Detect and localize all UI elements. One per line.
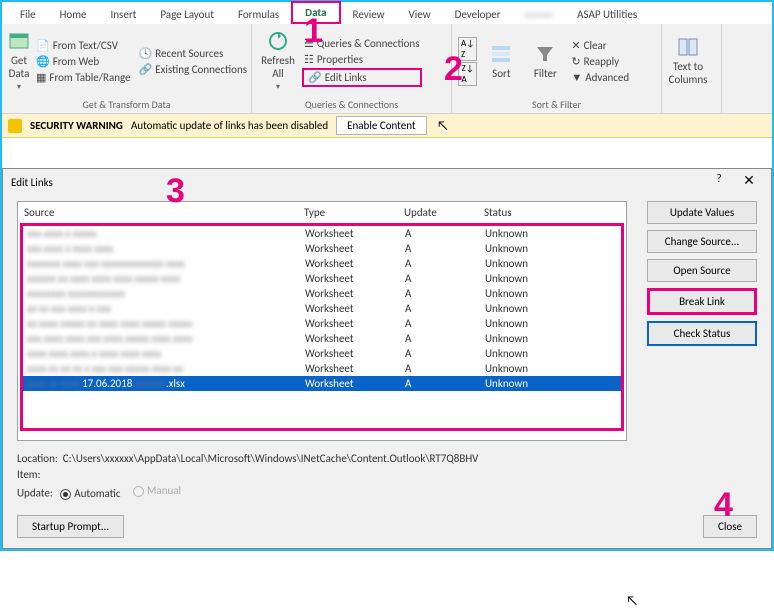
cursor-icon: ↖ [626, 592, 638, 609]
table-row[interactable]: xxxx xx xx xx x xxx xxx xxxxx xxxx xxWor… [23, 361, 621, 376]
break-link-button[interactable]: Break Link [647, 288, 757, 315]
table-row[interactable]: xxx xxxx xxxx xxx xxxx xxxxx xxxx xxxxWo… [23, 331, 621, 346]
ribbon-tabs: File Home Insert Page Layout Formulas Da… [2, 2, 772, 24]
check-status-button[interactable]: Check Status [647, 321, 757, 346]
ribbon: Get Data▾ 📄From Text/CSV 🌐From Web ▦From… [2, 24, 772, 114]
edit-links-button[interactable]: 🔗Edit Links [302, 68, 422, 87]
table-row[interactable]: xxxxxx xx xxxx xxxx xxxx xxxxx xxxxWorks… [23, 271, 621, 286]
help-button[interactable]: ? [709, 172, 729, 192]
connection-icon: 🔗 [139, 63, 153, 76]
col-source: Source [24, 206, 304, 219]
startup-prompt-button[interactable]: Startup Prompt... [17, 515, 124, 538]
dialog-side-buttons: Update Values Change Source... Open Sour… [647, 201, 757, 346]
from-web-button[interactable]: 🌐From Web [34, 54, 133, 69]
tab-hidden[interactable]: xxxxxx [513, 5, 566, 24]
cursor-icon: ↖ [437, 117, 449, 134]
get-data-button[interactable]: Get Data▾ [8, 26, 30, 96]
annotation-1: 1 [304, 12, 323, 51]
from-table-range-button[interactable]: ▦From Table/Range [34, 70, 133, 85]
location-label: Location: [17, 452, 58, 465]
get-data-icon [8, 30, 30, 52]
properties-button[interactable]: ☷Properties [302, 52, 422, 67]
col-update: Update [404, 206, 484, 219]
group-title-queries: Queries & Connections [258, 96, 445, 113]
dialog-title: Edit Links [11, 176, 53, 189]
table-row[interactable]: xxxxxxx xxxx xxx xxxxxxxxxxxxx xxxxWorks… [23, 256, 621, 271]
update-label: Update: [17, 487, 53, 500]
annotation-2: 2 [444, 50, 463, 89]
clock-icon: 🕓 [139, 47, 153, 60]
group-title-sortfilter: Sort & Filter [458, 96, 655, 113]
open-source-button[interactable]: Open Source [647, 259, 757, 282]
tab-pagelayout[interactable]: Page Layout [148, 5, 226, 24]
filter-button[interactable]: Filter [525, 26, 565, 96]
chevron-down-icon: ▾ [17, 82, 21, 92]
tab-view[interactable]: View [397, 5, 443, 24]
chevron-down-icon: ▾ [276, 82, 280, 92]
tab-home[interactable]: Home [48, 5, 99, 24]
shield-icon [8, 119, 22, 133]
table-icon: ▦ [36, 71, 46, 84]
table-row[interactable]: xxxx xx xxxx 17.06.2018 xxxxxx .xlsxWork… [23, 376, 621, 391]
refresh-all-button[interactable]: Refresh All▾ [258, 26, 298, 96]
table-row[interactable]: xxx xxxx x xxxxxWorksheetAUnknown [23, 226, 621, 241]
table-row[interactable]: xxx xxxx x xxxx xxxxWorksheetAUnknown [23, 241, 621, 256]
from-text-csv-button[interactable]: 📄From Text/CSV [34, 38, 133, 53]
file-icon: 📄 [36, 39, 50, 52]
annotation-3: 3 [166, 172, 185, 211]
reapply-button[interactable]: ↻Reapply [569, 54, 631, 69]
table-row[interactable]: xxxx xxxx xxxx x xxxx xxxx xxxxWorksheet… [23, 346, 621, 361]
recent-sources-button[interactable]: 🕓Recent Sources [137, 46, 249, 61]
security-warning-bar: SECURITY WARNING Automatic update of lin… [2, 114, 772, 138]
text-to-columns-icon [677, 36, 699, 58]
advanced-icon: ▼ [571, 71, 582, 84]
advanced-button[interactable]: ▼Advanced [569, 70, 631, 85]
warning-title: SECURITY WARNING [30, 119, 123, 132]
list-header[interactable]: Source Type Update Status [18, 202, 626, 223]
clear-button[interactable]: ✕Clear [569, 38, 631, 53]
tab-review[interactable]: Review [341, 5, 397, 24]
list-rows[interactable]: xxx xxxx x xxxxxWorksheetAUnknownxxx xxx… [20, 223, 624, 431]
table-row[interactable]: xx xxxx xxxxx xx xxxx xxxx xxxxx xxxxxWo… [23, 316, 621, 331]
warning-message: Automatic update of links has been disab… [131, 119, 328, 132]
filter-icon [534, 43, 556, 65]
item-label: Item: [17, 467, 478, 483]
tab-developer[interactable]: Developer [443, 5, 513, 24]
radio-automatic[interactable]: Automatic [60, 486, 120, 502]
clear-icon: ✕ [571, 39, 580, 52]
update-values-button[interactable]: Update Values [647, 201, 757, 224]
close-icon[interactable]: ✕ [735, 172, 763, 192]
radio-manual: Manual [133, 483, 181, 499]
links-list: Source Type Update Status xxx xxxx x xxx… [17, 201, 627, 441]
tab-asap[interactable]: ASAP Utilities [565, 5, 649, 24]
location-value: C:\Users\xxxxxx\AppData\Local\Microsoft\… [63, 452, 479, 465]
dialog-info: Location: C:\Users\xxxxxx\AppData\Local\… [17, 451, 478, 502]
table-row[interactable]: xx xx xxx xxxx x xxxWorksheetAUnknown [23, 301, 621, 316]
annotation-4: 4 [714, 486, 733, 525]
change-source-button[interactable]: Change Source... [647, 230, 757, 253]
sort-button[interactable]: Sort [481, 26, 521, 96]
edit-links-dialog: Edit Links ? ✕ Source Type Update Status… [2, 168, 772, 549]
properties-icon: ☷ [304, 53, 314, 66]
col-type: Type [304, 206, 404, 219]
reapply-icon: ↻ [571, 55, 580, 68]
tab-insert[interactable]: Insert [99, 5, 149, 24]
tab-formulas[interactable]: Formulas [226, 5, 291, 24]
tab-file[interactable]: File [8, 5, 48, 24]
enable-content-button[interactable]: Enable Content [336, 116, 426, 135]
text-to-columns-button[interactable]: Text to Columns [668, 26, 708, 96]
sort-icon [490, 43, 512, 65]
existing-connections-button[interactable]: 🔗Existing Connections [137, 62, 249, 77]
link-icon: 🔗 [308, 71, 322, 84]
col-status: Status [484, 206, 584, 219]
refresh-icon [267, 30, 289, 52]
group-title-getdata: Get & Transform Data [8, 96, 245, 113]
table-row[interactable]: xxxxxxxx xxxxxxxxxxxxWorksheetAUnknown [23, 286, 621, 301]
web-icon: 🌐 [36, 55, 50, 68]
